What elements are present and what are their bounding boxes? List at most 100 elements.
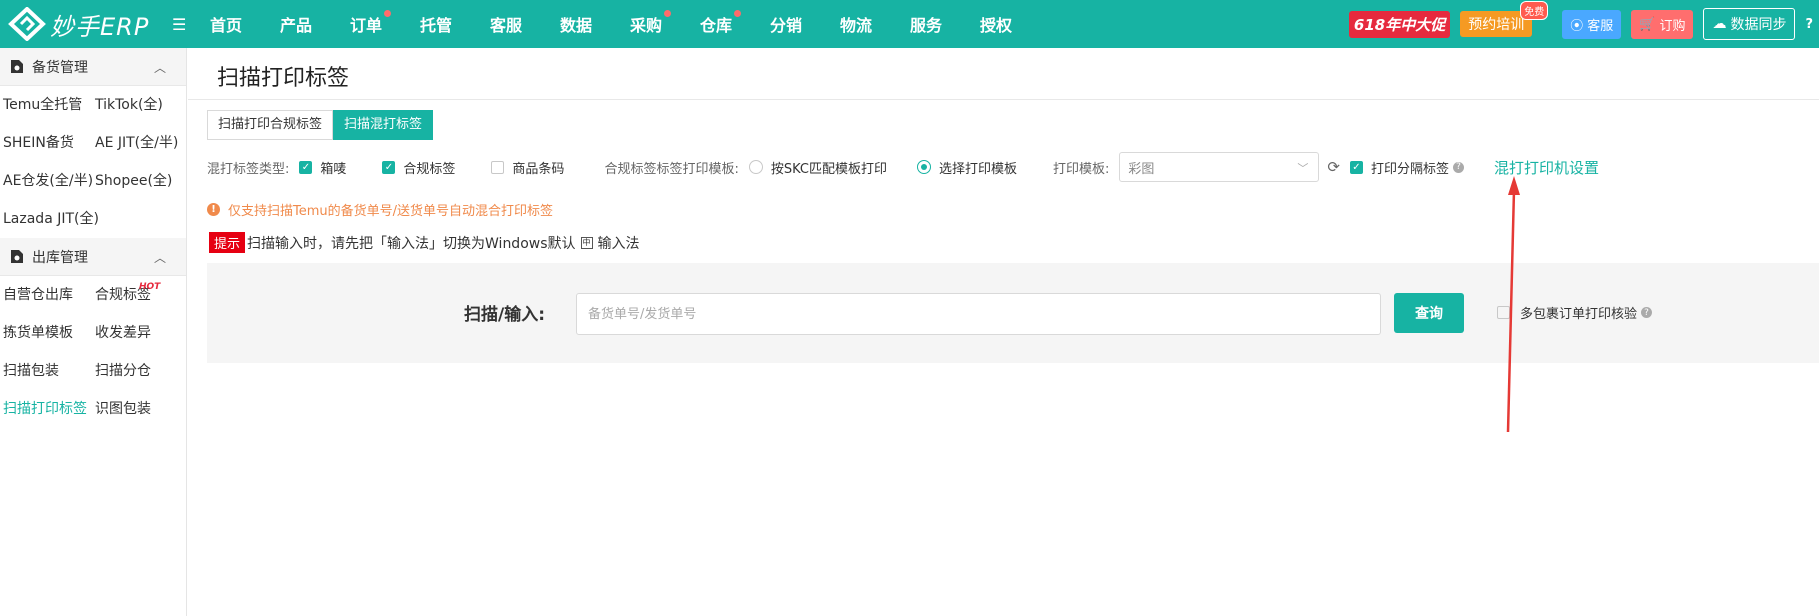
print-template-select[interactable]: 彩图 ﹀ <box>1119 152 1320 182</box>
data-sync-label: 数据同步 <box>1730 17 1787 33</box>
label-type-option[interactable]: ✓ 合规标签 <box>382 158 455 177</box>
sidebar-item[interactable]: TikTok(全) <box>95 86 187 124</box>
customer-service-button[interactable]: ⦿ 客服 <box>1562 9 1622 39</box>
order-button[interactable]: 🛒 订购 <box>1631 9 1694 39</box>
sidebar-item-label: 自营仓出库 <box>3 287 73 303</box>
question-icon[interactable]: ? <box>1641 307 1653 318</box>
query-button[interactable]: 查询 <box>1394 293 1464 333</box>
sidebar-item[interactable]: SHEIN备货 <box>3 124 95 162</box>
sidebar-group-stocking[interactable]: 备货管理 ︿ <box>0 48 186 86</box>
nav-item[interactable]: 服务 <box>910 12 980 36</box>
nav-item-label: 产品 <box>280 16 313 35</box>
free-badge: 免费 <box>1520 1 1549 20</box>
label-type-checkboxes: ✓ 箱唛 ✓ 合规标签 商品条码 <box>299 158 604 177</box>
nav-item[interactable]: 分销 <box>770 12 840 36</box>
sidebar-item[interactable]: 收发差异 <box>95 314 187 352</box>
label-type-option[interactable]: ✓ 箱唛 <box>299 158 346 177</box>
notification-dot <box>384 10 391 17</box>
nav-item[interactable]: 产品 <box>280 12 350 36</box>
tab[interactable]: 扫描打印合规标签 <box>207 110 334 140</box>
separator-checkbox-option[interactable]: ✓ 打印分隔标签 ? <box>1349 158 1464 177</box>
menu-toggle-icon[interactable]: ☰ <box>172 15 190 34</box>
label-type-option[interactable]: 商品条码 <box>491 158 564 177</box>
chevron-up-icon[interactable]: ︿ <box>154 249 166 266</box>
template-mode-option[interactable]: 按SKC匹配模板打印 <box>748 158 887 177</box>
multi-package-checkbox[interactable] <box>1497 306 1510 319</box>
nav-item[interactable]: 客服 <box>490 12 560 36</box>
logo-mark-icon <box>8 7 46 41</box>
nav-item[interactable]: 数据 <box>560 12 630 36</box>
multi-package-option[interactable]: 多包裹订单打印核验 ? <box>1497 303 1653 322</box>
warning-icon: ! <box>207 203 220 216</box>
scan-input[interactable] <box>576 293 1381 335</box>
sidebar-item-label: 拣货单模板 <box>3 325 73 341</box>
tab[interactable]: 扫描混打标签 <box>333 110 434 140</box>
radio-button[interactable] <box>748 160 763 174</box>
customer-service-label: 客服 <box>1587 18 1614 34</box>
separator-checkbox[interactable]: ✓ <box>1349 160 1363 174</box>
sidebar-item[interactable]: 自营仓出库 <box>3 276 95 314</box>
sidebar: 备货管理 ︿ Temu全托管 TikTok(全) SHEIN备货 AE JIT(全/半… <box>0 48 187 616</box>
help-icon[interactable]: ? <box>1805 17 1813 32</box>
refresh-icon[interactable]: ⟳ <box>1327 158 1340 176</box>
sidebar-item[interactable]: 拣货单模板 <box>3 314 95 352</box>
logo[interactable]: 妙手ERP <box>8 7 158 42</box>
sidebar-item[interactable]: 扫描分仓 <box>95 352 187 390</box>
chevron-up-icon[interactable]: ︿ <box>154 59 166 76</box>
sidebar-item[interactable]: 识图包装 <box>95 390 187 428</box>
sidebar-item[interactable]: 扫描包装 <box>3 352 95 390</box>
nav-item-label: 授权 <box>980 16 1013 35</box>
main-content: 扫描打印标签 扫描打印合规标签 扫描混打标签 混打标签类型: ✓ 箱唛 ✓ 合规标签 商品… <box>188 48 1819 616</box>
checkbox[interactable] <box>491 160 505 174</box>
promo-banner[interactable]: 618年中大促 <box>1348 10 1451 38</box>
nav-item[interactable]: 仓库 <box>700 10 770 36</box>
nav-item-label: 采购 <box>630 16 663 35</box>
scan-panel: 扫描/输入: 查询 多包裹订单打印核验 ? <box>207 263 1819 363</box>
template-mode-option[interactable]: 选择打印模板 <box>916 158 1017 177</box>
sidebar-item-label: SHEIN备货 <box>3 135 74 151</box>
sidebar-item-label: 扫描包装 <box>3 363 59 379</box>
sidebar-item[interactable]: Lazada JIT(全) <box>3 200 99 238</box>
sidebar-item[interactable]: AE JIT(全/半) <box>95 124 187 162</box>
sidebar-group-outbound-items: 自营仓出库 合规标签 HOT 拣货单模板 收发差异扫描包装 扫描分仓 扫描打印标签 识图包装 <box>0 276 186 428</box>
training-label: 预约培训 <box>1468 17 1525 33</box>
nav-item-label: 服务 <box>910 16 943 35</box>
sidebar-item[interactable]: 合规标签 HOT <box>95 276 187 314</box>
chat-icon: ⦿ <box>1570 18 1584 34</box>
sidebar-item[interactable]: Shopee(全) <box>95 162 187 200</box>
nav-item[interactable]: 采购 <box>630 10 700 36</box>
radio-button[interactable] <box>916 160 931 174</box>
input-method-icon: 中 <box>580 236 593 249</box>
sidebar-item[interactable]: Temu全托管 <box>3 86 95 124</box>
print-options-row: 混打标签类型: ✓ 箱唛 ✓ 合规标签 商品条码 合规标签标签打印模板: 按SKC匹配模… <box>207 152 1599 182</box>
nav-item-label: 分销 <box>770 16 803 35</box>
question-icon[interactable]: ? <box>1452 161 1464 173</box>
nav-item[interactable]: 授权 <box>980 12 1050 36</box>
sidebar-group-title: 备货管理 <box>32 59 88 76</box>
training-button[interactable]: 预约培训 免费 <box>1460 1 1549 37</box>
nav-item-label: 客服 <box>490 16 523 35</box>
sidebar-item-label: Temu全托管 <box>3 97 83 113</box>
checkbox[interactable]: ✓ <box>382 160 396 174</box>
checkbox[interactable]: ✓ <box>299 160 313 174</box>
nav-item[interactable]: 托管 <box>420 12 490 36</box>
tip-text-before: 扫描输入时，请先把「输入法」切换为Windows默认 <box>247 235 576 252</box>
sidebar-item[interactable]: 扫描打印标签 <box>3 390 95 428</box>
chevron-down-icon: ﹀ <box>1297 162 1309 175</box>
nav-item[interactable]: 订单 <box>350 10 420 36</box>
top-navigation-bar: 妙手ERP ☰ 首页 产品 订单 托管 客服 数据 采购 仓库 分销 物流 服务 授权 618年中大促… <box>0 0 1819 48</box>
nav-item[interactable]: 首页 <box>210 12 280 36</box>
sidebar-item-label: TikTok(全) <box>95 97 163 113</box>
notice-text: 仅支持扫描Temu的备货单号/送货单号自动混合打印标签 <box>228 204 554 219</box>
data-sync-button[interactable]: ☁ 数据同步 <box>1703 8 1796 40</box>
printer-settings-link[interactable]: 混打打印机设置 <box>1494 157 1599 178</box>
sidebar-item-label: Shopee(全) <box>95 173 173 189</box>
sidebar-group-title: 出库管理 <box>32 249 88 266</box>
multi-package-label: 多包裹订单打印核验 <box>1520 307 1638 322</box>
notification-dot <box>664 10 671 17</box>
sidebar-item[interactable]: AE仓发(全/半) <box>3 162 95 200</box>
nav-item[interactable]: 物流 <box>840 12 910 36</box>
label-type-text: 箱唛 <box>320 161 347 177</box>
notification-dot <box>734 10 741 17</box>
label-type-text: 商品条码 <box>512 161 565 177</box>
